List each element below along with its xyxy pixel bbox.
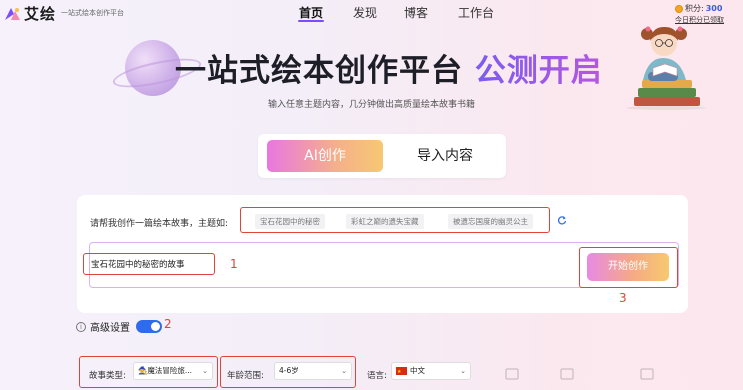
suggestion-chip[interactable]: 宝石花园中的秘密 (255, 214, 325, 229)
nav-blog[interactable]: 博客 (404, 4, 428, 21)
nav-home[interactable]: 首页 (299, 4, 323, 21)
china-flag-icon (396, 364, 407, 379)
chevron-down-icon: ⌄ (202, 367, 208, 375)
hero-title: 一站式绘本创作平台 公测开启 (175, 45, 603, 90)
info-icon[interactable]: i (76, 321, 86, 332)
language-value: 中文 (410, 366, 425, 375)
tab-ai-create[interactable]: AI创作 (267, 140, 383, 172)
style-option-icon[interactable] (505, 367, 519, 381)
nav-discover[interactable]: 发现 (353, 4, 377, 21)
advanced-settings: i 高级设置 (76, 319, 162, 334)
logo[interactable]: 艾绘 (4, 3, 56, 24)
age-range-value: 4-6岁 (279, 366, 299, 375)
style-option-icon[interactable] (560, 367, 574, 381)
language-label: 语言: (367, 371, 387, 381)
suggestion-chip[interactable]: 被遗忘国度的幽灵公主 (448, 214, 533, 229)
suggestion-chips: 宝石花园中的秘密 彩虹之巅的遗失宝藏 被遗忘国度的幽灵公主 (240, 207, 550, 233)
chevron-down-icon: ⌄ (460, 367, 466, 375)
options-row: 故事类型: 🧙魔法冒险旅... ⌄ 年龄范围: 4-6岁 ⌄ 语言: 中文 ⌄ (0, 352, 743, 390)
annotation-3: 3 (619, 291, 627, 305)
story-type-select[interactable]: 🧙魔法冒险旅... ⌄ (133, 362, 213, 380)
annotation-1: 1 (230, 257, 238, 271)
annotation-2: 2 (164, 317, 172, 331)
creation-mode-switch: AI创作 导入内容 (258, 134, 506, 178)
start-button-frame: 开始创作 (579, 247, 678, 288)
start-create-button[interactable]: 开始创作 (587, 253, 669, 281)
style-option-icon[interactable] (640, 367, 654, 381)
story-type-value: 🧙魔法冒险旅... (138, 366, 192, 375)
advanced-settings-toggle[interactable] (136, 320, 162, 333)
refresh-icon[interactable] (557, 215, 567, 225)
topic-input-value[interactable]: 宝石花园中的秘密的故事 (91, 258, 185, 270)
hero-title-highlight: 公测开启 (474, 53, 603, 89)
language-select[interactable]: 中文 ⌄ (391, 362, 471, 380)
suggestion-chip[interactable]: 彩虹之巅的遗失宝藏 (346, 214, 424, 229)
prompt-label: 请帮我创作一篇绘本故事，主题如: (90, 219, 229, 229)
age-range-label: 年龄范围: (227, 371, 264, 381)
nav-workbench[interactable]: 工作台 (458, 4, 494, 21)
hero-title-main: 一站式绘本创作平台 (175, 53, 463, 89)
chevron-down-icon: ⌄ (341, 367, 347, 375)
advanced-settings-label: 高级设置 (90, 323, 130, 334)
logo-subtitle: 一站式绘本创作平台 (61, 9, 124, 17)
nav-active-indicator (298, 20, 324, 22)
logo-text: 艾绘 (24, 5, 57, 23)
girl-reading-illustration (626, 26, 706, 110)
topic-input-value-frame[interactable]: 宝石花园中的秘密的故事 (83, 253, 215, 275)
logo-icon (5, 7, 20, 20)
tab-import-content[interactable]: 导入内容 (392, 140, 498, 172)
story-type-label: 故事类型: (89, 371, 126, 381)
age-range-select[interactable]: 4-6岁 ⌄ (274, 362, 352, 380)
